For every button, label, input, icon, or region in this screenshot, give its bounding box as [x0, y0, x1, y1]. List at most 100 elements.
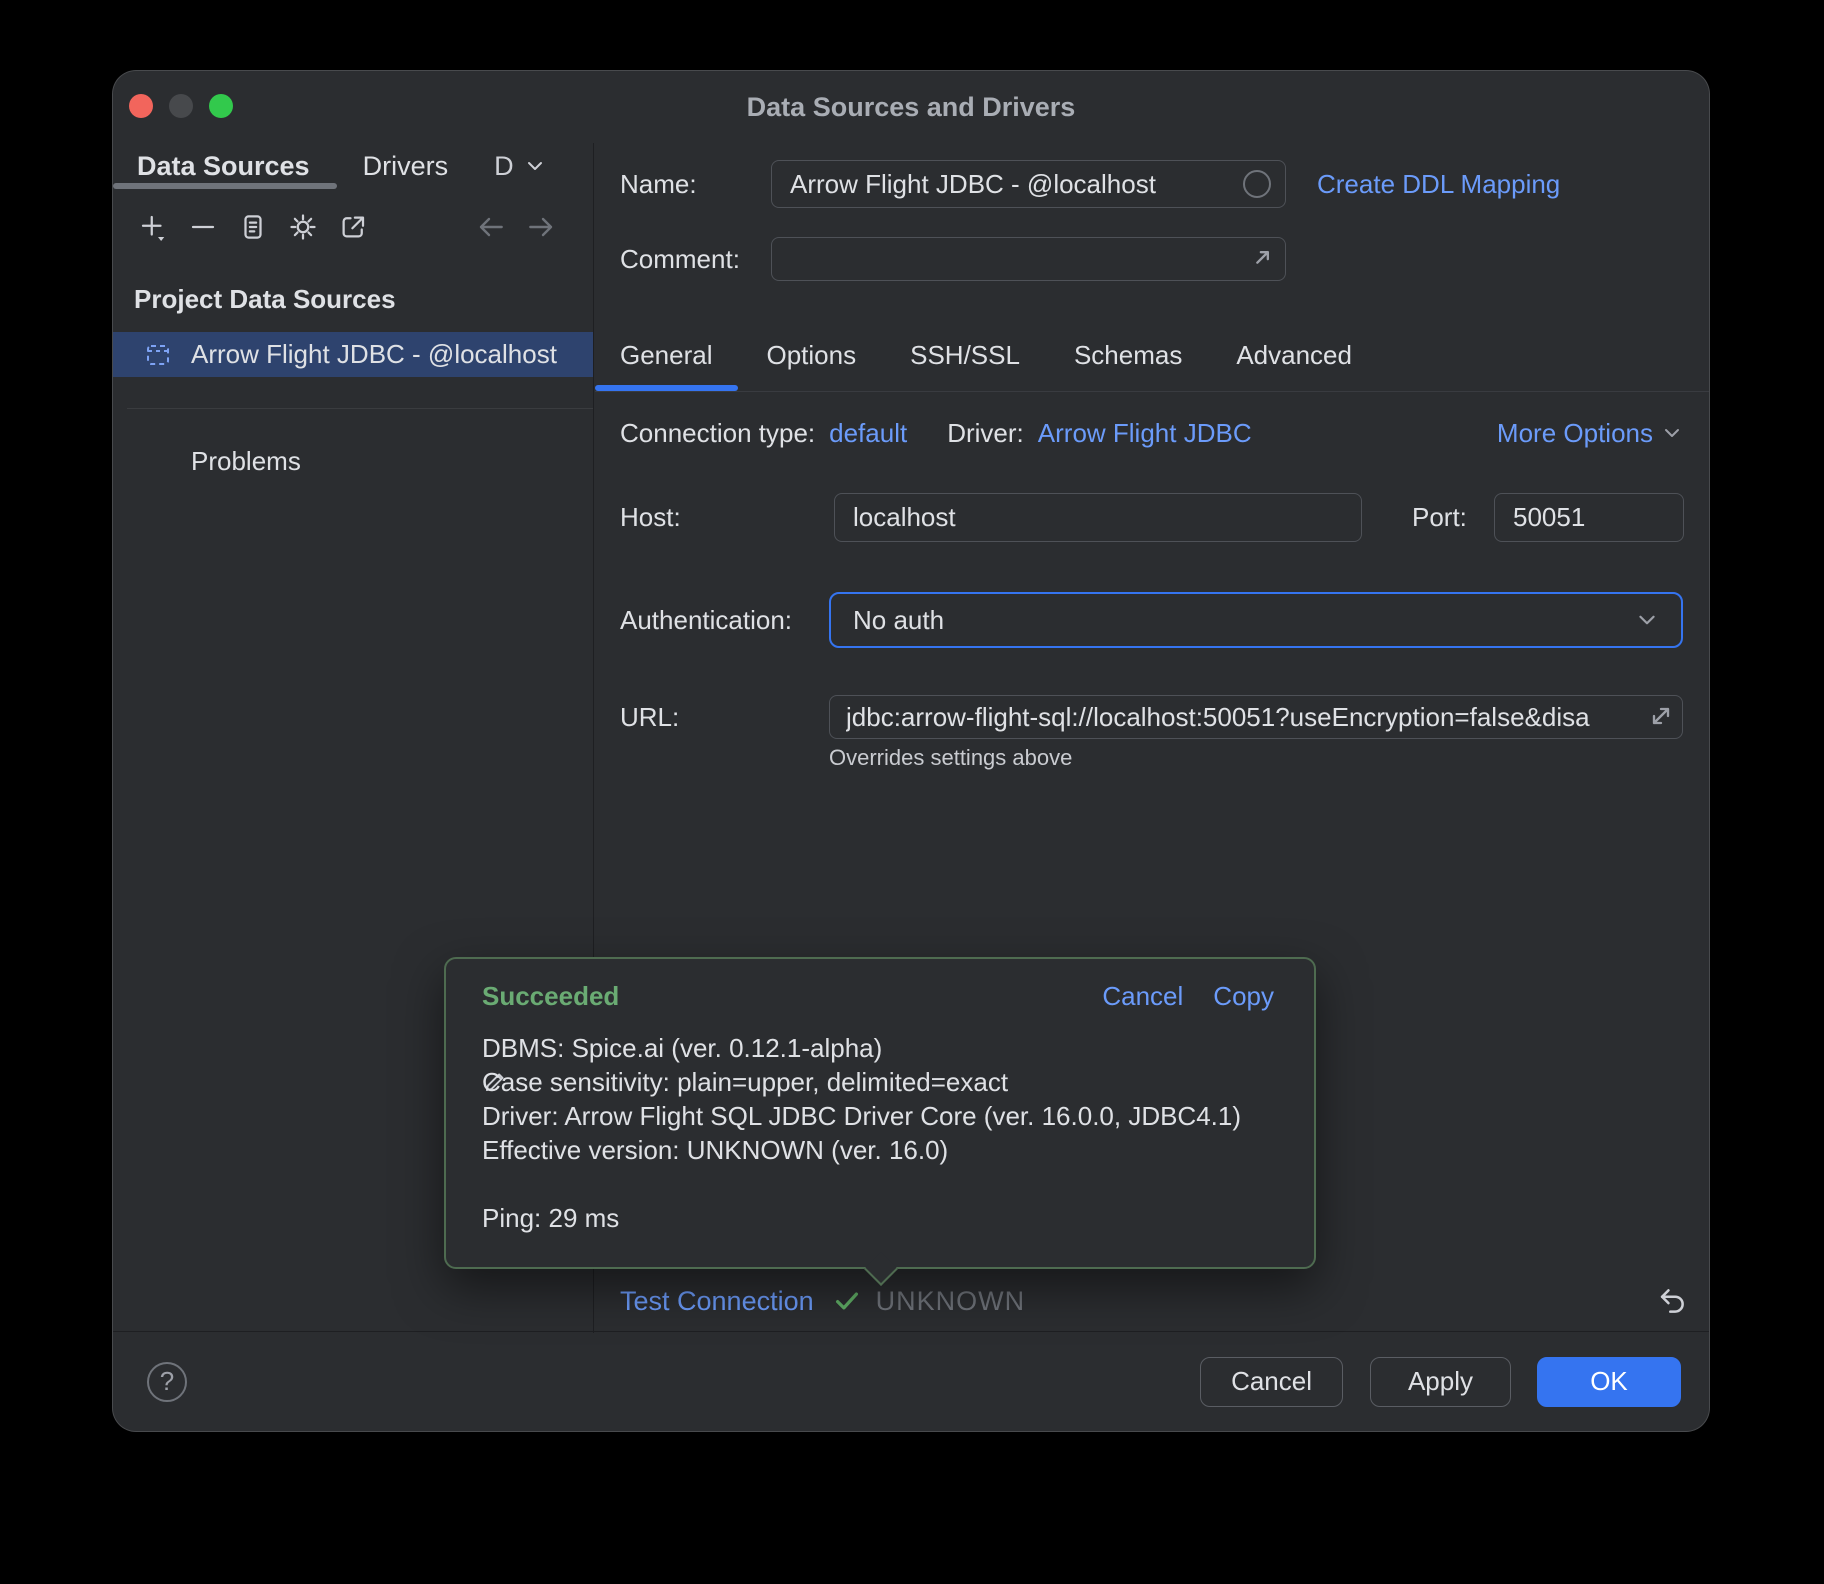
port-label: Port: — [1412, 493, 1467, 542]
duplicate-button[interactable] — [235, 209, 271, 245]
gear-icon — [288, 212, 318, 242]
port-input[interactable] — [1494, 493, 1684, 542]
popup-status: Succeeded — [482, 981, 619, 1012]
settings-tabs: General Options SSH/SSL Schemas Advanced — [595, 319, 1710, 391]
titlebar: Data Sources and Drivers — [113, 71, 1709, 143]
driver-value-link[interactable]: Arrow Flight JDBC — [1038, 418, 1252, 449]
revert-button[interactable] — [1653, 1282, 1691, 1320]
authentication-label: Authentication: — [620, 592, 792, 648]
name-label: Name: — [620, 160, 697, 208]
popup-cancel-link[interactable]: Cancel — [1102, 981, 1183, 1012]
tab-options-label: Options — [767, 340, 857, 371]
check-icon — [832, 1286, 862, 1316]
sidebar-divider — [127, 408, 593, 409]
tab-truncated-label: D — [494, 151, 514, 182]
chevron-down-icon[interactable] — [524, 155, 546, 177]
database-icon — [144, 341, 172, 369]
host-input[interactable] — [834, 493, 1362, 542]
tab-drivers-label: Drivers — [363, 151, 449, 182]
popup-line-ping: Ping: 29 ms — [482, 1201, 1274, 1235]
open-in-new-window-button[interactable] — [335, 209, 371, 245]
project-data-sources-header: Project Data Sources — [134, 277, 396, 321]
sidebar-toolbar — [135, 193, 573, 261]
tab-ssh-ssl[interactable]: SSH/SSL — [885, 319, 1045, 391]
tabs-divider — [595, 391, 1710, 392]
expand-icon[interactable] — [1647, 702, 1675, 730]
duplicate-icon — [238, 212, 268, 242]
expand-icon[interactable] — [1248, 244, 1276, 272]
window-title: Data Sources and Drivers — [113, 71, 1709, 143]
name-row: Name: Create DDL Mapping — [620, 160, 1683, 208]
back-arrow-icon — [475, 211, 507, 243]
popup-copy-link[interactable]: Copy — [1213, 981, 1274, 1012]
test-connection-link[interactable]: Test Connection — [620, 1286, 814, 1317]
more-options-link[interactable]: More Options — [1497, 418, 1683, 449]
sidebar-item-problems[interactable]: Problems — [113, 439, 593, 483]
sidebar-tabs: Data Sources Drivers D — [113, 143, 593, 189]
chevron-down-icon — [1635, 608, 1659, 632]
popup-dbms-text: DBMS: Spice.ai (ver. 0.12.1-alpha) — [482, 1033, 882, 1063]
chevron-down-icon — [1661, 422, 1683, 444]
driver-label: Driver: — [947, 418, 1024, 449]
url-row: URL: Overrides settings above — [620, 695, 1683, 739]
settings-button[interactable] — [285, 209, 321, 245]
data-source-list-item-selected[interactable]: Arrow Flight JDBC - @localhost — [113, 332, 593, 377]
test-connection-row: Test Connection UNKNOWN — [620, 1279, 1691, 1323]
popup-details: DBMS: Spice.ai (ver. 0.12.1-alpha) Case … — [482, 1031, 1274, 1235]
add-icon — [138, 212, 168, 242]
remove-icon — [188, 212, 218, 242]
forward-button[interactable] — [523, 209, 559, 245]
connection-type-label: Connection type: — [620, 418, 815, 449]
host-row: Host: Port: — [620, 493, 1683, 542]
comment-row: Comment: — [620, 237, 1683, 281]
tab-ddl-mappings-truncated[interactable]: D — [474, 143, 552, 189]
name-input[interactable] — [771, 160, 1286, 208]
tab-data-sources-label: Data Sources — [137, 151, 310, 182]
authentication-value: No auth — [853, 605, 944, 636]
test-status-badge: UNKNOWN — [876, 1286, 1026, 1317]
test-connection-result-popup: Succeeded Cancel Copy DBMS: Spice.ai (ve… — [444, 957, 1316, 1269]
popup-line-effective-version: Effective version: UNKNOWN (ver. 16.0) — [482, 1133, 1274, 1167]
back-button[interactable] — [473, 209, 509, 245]
tab-schemas[interactable]: Schemas — [1049, 319, 1207, 391]
spinner-icon — [1242, 169, 1272, 199]
tab-general[interactable]: General — [595, 319, 738, 391]
forward-arrow-icon — [525, 211, 557, 243]
url-label: URL: — [620, 695, 679, 739]
help-button[interactable]: ? — [147, 1362, 187, 1402]
url-input[interactable] — [829, 695, 1683, 739]
tab-drivers[interactable]: Drivers — [337, 143, 475, 189]
connection-type-row: Connection type: default Driver: Arrow F… — [620, 411, 1683, 455]
dialog-footer: ? Cancel Apply OK — [113, 1331, 1709, 1431]
comment-input[interactable] — [771, 237, 1286, 281]
open-in-new-window-icon — [338, 212, 368, 242]
add-button[interactable] — [135, 209, 171, 245]
revert-icon — [1655, 1284, 1689, 1318]
problems-label: Problems — [191, 439, 301, 483]
host-label: Host: — [620, 493, 681, 542]
tab-advanced[interactable]: Advanced — [1211, 319, 1377, 391]
tab-data-sources[interactable]: Data Sources — [113, 143, 337, 189]
data-sources-dialog: Data Sources and Drivers Data Sources Dr… — [112, 70, 1710, 1432]
ok-button[interactable]: OK — [1537, 1357, 1681, 1407]
apply-button[interactable]: Apply — [1370, 1357, 1511, 1407]
comment-label: Comment: — [620, 237, 740, 281]
remove-button[interactable] — [185, 209, 221, 245]
url-hint: Overrides settings above — [829, 745, 1072, 771]
popup-line-dbms: DBMS: Spice.ai (ver. 0.12.1-alpha) — [482, 1031, 1274, 1065]
tab-schemas-label: Schemas — [1074, 340, 1182, 371]
more-options-label: More Options — [1497, 418, 1653, 449]
connection-type-value-link[interactable]: default — [829, 418, 907, 449]
popup-line-driver: Driver: Arrow Flight SQL JDBC Driver Cor… — [482, 1099, 1274, 1133]
tab-ssh-ssl-label: SSH/SSL — [910, 340, 1020, 371]
tab-general-label: General — [620, 340, 713, 371]
authentication-row: Authentication: No auth — [620, 592, 1683, 648]
create-ddl-mapping-link[interactable]: Create DDL Mapping — [1317, 160, 1560, 208]
authentication-select[interactable]: No auth — [829, 592, 1683, 648]
popup-header: Succeeded Cancel Copy — [482, 981, 1274, 1012]
data-source-name: Arrow Flight JDBC - @localhost — [191, 339, 557, 370]
popup-line-case-sensitivity: Case sensitivity: plain=upper, delimited… — [482, 1065, 1274, 1099]
cancel-button[interactable]: Cancel — [1200, 1357, 1343, 1407]
tab-options[interactable]: Options — [742, 319, 882, 391]
tab-advanced-label: Advanced — [1236, 340, 1352, 371]
